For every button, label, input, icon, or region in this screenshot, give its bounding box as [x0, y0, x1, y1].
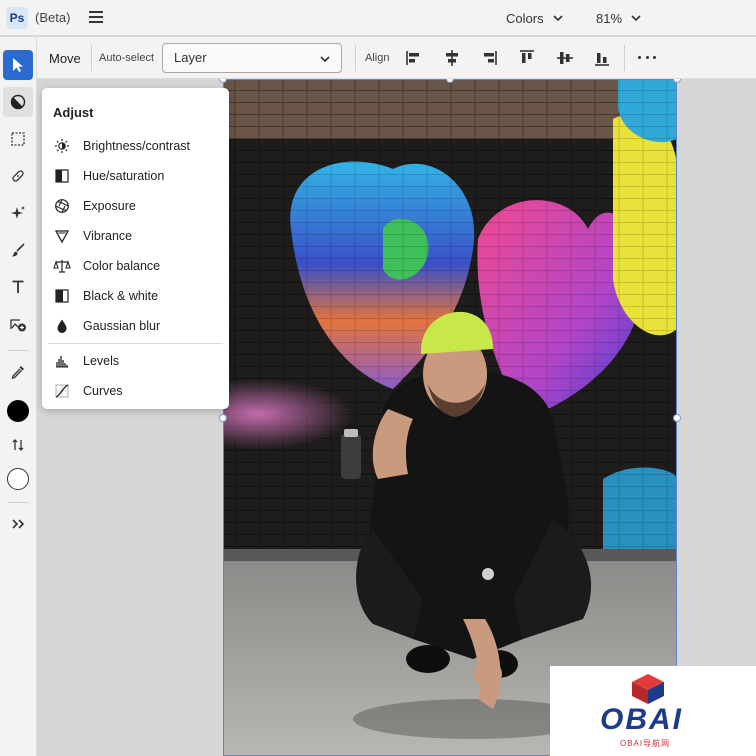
swap-colors[interactable]: [3, 430, 33, 460]
double-chevron-right-icon: [12, 519, 25, 529]
adjust-item-label: Black & white: [83, 289, 159, 303]
generative-fill-tool[interactable]: [3, 198, 33, 228]
adjust-item-label: Brightness/contrast: [83, 139, 190, 153]
adjust-item-label: Hue/saturation: [83, 169, 165, 183]
dashed-rect-icon: [11, 132, 25, 146]
brush-icon: [12, 243, 25, 257]
top-app-bar: Ps (Beta) Colors 81%: [0, 0, 756, 36]
aperture-icon: [53, 197, 71, 215]
transform-handle[interactable]: [673, 414, 681, 422]
app-title: (Beta): [35, 10, 71, 25]
adjust-levels[interactable]: Levels: [48, 347, 223, 375]
adjust-item-label: Levels: [83, 354, 120, 368]
eyedropper-icon: [11, 366, 24, 379]
bandage-icon: [12, 170, 24, 182]
transform-handle[interactable]: [673, 79, 681, 83]
align-top-icon[interactable]: [517, 48, 537, 68]
align-bottom-icon[interactable]: [592, 48, 612, 68]
site-watermark: OBAI OBAI导航网: [550, 666, 756, 756]
adjust-item-label: Exposure: [83, 199, 136, 213]
adjust-vibrance[interactable]: Vibrance: [48, 222, 223, 250]
bw-square-icon: [53, 287, 71, 305]
add-image-tool[interactable]: [3, 309, 33, 339]
filled-circle-icon: [7, 400, 29, 422]
curves-icon: [53, 382, 71, 400]
adjust-menu-title: Adjust: [53, 105, 94, 120]
hamburger-menu-icon[interactable]: [86, 8, 106, 28]
toolbar-divider: [8, 502, 28, 503]
expand-toolbar[interactable]: [3, 509, 33, 539]
adjust-menu: Adjust Brightness/contrast Hue/saturatio…: [42, 88, 229, 409]
divider: [355, 45, 356, 71]
adjust-item-label: Gaussian blur: [83, 319, 161, 333]
arrow-pointer-icon: [13, 58, 23, 72]
marquee-tool[interactable]: [3, 124, 33, 154]
half-circle-icon: [10, 94, 26, 110]
zoom-dropdown[interactable]: 81%: [596, 8, 642, 28]
adjust-item-label: Color balance: [83, 259, 161, 273]
half-square-icon: [53, 167, 71, 185]
histogram-icon: [53, 352, 71, 370]
adjust-menu-divider: [48, 343, 223, 344]
background-color[interactable]: [3, 464, 33, 494]
sparkle-icon: [11, 206, 25, 219]
type-icon: [12, 280, 24, 293]
auto-select-label: Auto-select: [99, 52, 155, 64]
colors-dropdown-label: Colors: [506, 10, 544, 26]
eyedropper-tool[interactable]: [3, 357, 33, 387]
empty-circle-icon: [7, 468, 29, 490]
adjust-curves[interactable]: Curves: [48, 377, 223, 405]
divider: [624, 45, 625, 71]
watermark-subtext: OBAI导航网: [620, 739, 671, 748]
more-options-icon[interactable]: [638, 56, 656, 60]
adjust-brightness-contrast[interactable]: Brightness/contrast: [48, 132, 223, 160]
adjust-hue-saturation[interactable]: Hue/saturation: [48, 162, 223, 190]
tool-name: Move: [49, 51, 81, 66]
align-left-icon[interactable]: [404, 48, 424, 68]
adjust-item-label: Vibrance: [83, 229, 133, 243]
healing-tool[interactable]: [3, 161, 33, 191]
zoom-level: 81%: [596, 10, 623, 26]
adjust-color-balance[interactable]: Color balance: [48, 252, 223, 280]
tool-options-bar: Move Auto-select Layer Align: [37, 37, 756, 79]
toolbar-divider: [8, 350, 28, 351]
align-center-horizontal-icon[interactable]: [442, 48, 462, 68]
adjust-gaussian-blur[interactable]: Gaussian blur: [48, 312, 223, 340]
watermark-text: OBAI: [600, 703, 683, 736]
brush-tool[interactable]: [3, 235, 33, 265]
tool-bar: [0, 37, 37, 756]
ps-logo[interactable]: Ps: [6, 7, 28, 29]
chevron-down-icon: [553, 15, 563, 22]
auto-select-dropdown[interactable]: Layer: [162, 43, 342, 73]
align-middle-vertical-icon[interactable]: [555, 48, 575, 68]
swap-icon: [12, 439, 24, 451]
cube-logo-icon: [632, 674, 664, 704]
sun-icon: [53, 137, 71, 155]
chevron-down-icon: [631, 15, 641, 22]
adjust-item-label: Curves: [83, 384, 123, 398]
adjustments-tool[interactable]: [3, 87, 33, 117]
adjust-exposure[interactable]: Exposure: [48, 192, 223, 220]
photoshop-app: Ps (Beta) Colors 81% Move Auto-select La…: [0, 0, 756, 756]
auto-select-value: Layer: [174, 50, 207, 65]
chevron-down-icon: [320, 56, 330, 63]
move-tool[interactable]: [3, 50, 33, 80]
type-tool[interactable]: [3, 272, 33, 302]
triangle-icon: [53, 227, 71, 245]
align-label: Align: [365, 52, 390, 64]
adjust-black-white[interactable]: Black & white: [48, 282, 223, 310]
divider: [91, 45, 92, 71]
colors-dropdown[interactable]: Colors: [506, 8, 564, 28]
scale-icon: [53, 257, 71, 275]
foreground-color[interactable]: [3, 396, 33, 426]
document-image[interactable]: [223, 79, 677, 756]
image-add-icon: [10, 319, 26, 332]
align-right-icon[interactable]: [479, 48, 499, 68]
transform-handle[interactable]: [219, 414, 227, 422]
drop-icon: [53, 317, 71, 335]
